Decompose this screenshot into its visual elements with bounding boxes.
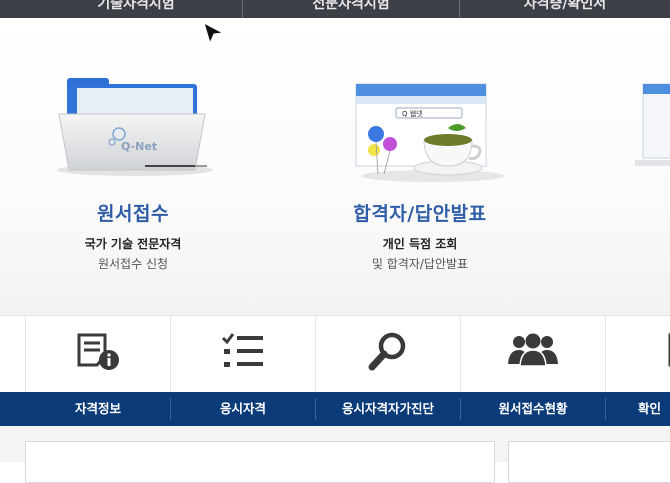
bottom-area <box>0 426 670 483</box>
folder-illustration-icon <box>57 78 213 176</box>
feature-description: 및 합격자/답안발표 <box>371 257 469 271</box>
tab-certificate[interactable]: 자격증/확인서 <box>460 0 670 18</box>
feature-section: Q-Net 원서접수 국가 기술 전문자격 원서접수 신청 Q 웹넷 합격자/답… <box>0 18 670 315</box>
label-self-diagnosis[interactable]: 응시자격자가진단 <box>316 392 460 426</box>
people-group-icon <box>508 333 558 367</box>
menu-item-self-diagnosis[interactable] <box>316 316 460 393</box>
top-tab-bar: 기술자격시험 전문자격시험 자격증/확인서 <box>0 0 670 18</box>
quick-menu-labels: 자격정보 응시자격 응시자격자가진단 원서접수현황 확인 <box>0 392 670 426</box>
qnet-logo: Q-Net <box>121 140 158 153</box>
tab-professional-exam[interactable]: 전문자격시험 <box>243 0 459 18</box>
menu-item-confirm[interactable] <box>606 316 670 393</box>
label-eligibility[interactable]: 응시자격 <box>171 392 315 426</box>
checklist-icon <box>221 333 263 367</box>
tab-technical-exam[interactable]: 기술자격시험 <box>30 0 242 18</box>
content-panel-left <box>25 441 495 483</box>
menu-item-application-status[interactable] <box>461 316 605 393</box>
quick-menu-icons <box>0 315 670 393</box>
feature-subtitle: 국가 기술 전문자격 <box>84 237 182 251</box>
divider <box>605 398 606 420</box>
document-info-icon <box>77 333 119 370</box>
menu-item-qualification-info[interactable] <box>26 316 170 393</box>
menu-item-eligibility[interactable] <box>171 316 315 393</box>
feature-title[interactable]: 합격자/답안발표 <box>300 199 540 226</box>
document-icon <box>668 333 670 367</box>
feature-subtitle: 개인 득점 조회 <box>382 237 458 251</box>
label-qualification-info[interactable]: 자격정보 <box>26 392 170 426</box>
label-confirm[interactable]: 확인 <box>610 392 670 426</box>
browser-teacup-illustration-icon: Q 웹넷 <box>355 83 505 182</box>
magnifier-icon <box>368 332 406 371</box>
label-application-status[interactable]: 원서접수현황 <box>461 392 605 426</box>
svg-text:Q 웹넷: Q 웹넷 <box>402 109 423 118</box>
monitor-illustration-icon <box>635 83 670 166</box>
feature-title[interactable]: 원서접수 <box>13 199 253 226</box>
feature-description: 원서접수 신청 <box>97 257 169 271</box>
content-panel-right <box>508 441 670 483</box>
mouse-cursor-icon <box>203 22 225 45</box>
